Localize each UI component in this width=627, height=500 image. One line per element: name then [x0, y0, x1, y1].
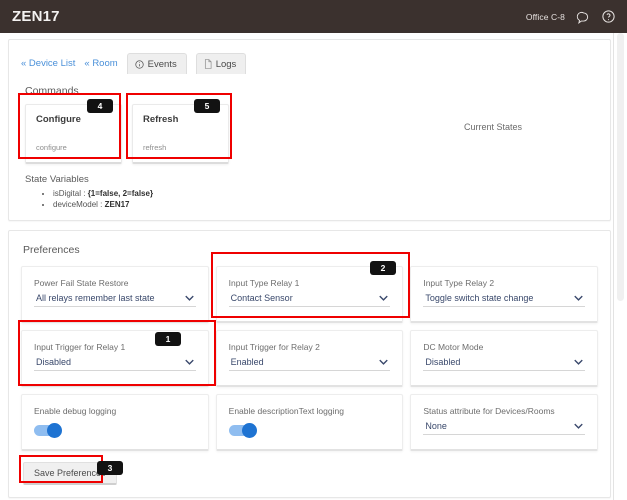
scrollbar-track[interactable]: [613, 33, 627, 500]
preferences-heading: Preferences: [23, 244, 80, 256]
state-variables-heading: State Variables: [25, 174, 89, 185]
state-var-value: {1=false, 2=false}: [87, 189, 154, 198]
pref-label: Input Trigger for Relay 2: [228, 342, 320, 352]
chevron-down-icon: [574, 423, 583, 429]
breadcrumb: « Device List « Room Events Logs: [9, 40, 610, 74]
breadcrumb-device-list[interactable]: « Device List: [21, 58, 75, 74]
chevron-down-icon: [574, 359, 583, 365]
select-value: Enabled: [230, 357, 264, 367]
command-configure-title: Configure: [36, 114, 81, 125]
command-refresh-title: Refresh: [143, 114, 179, 125]
toggle-knob: [241, 423, 257, 438]
state-var-key: deviceModel :: [53, 200, 105, 209]
state-var-key: isDigital :: [53, 189, 88, 198]
tab-events-label: Events: [147, 58, 177, 70]
select-input-trigger-relay-1[interactable]: Disabled: [34, 357, 196, 371]
preferences-grid: Power Fail State Restore All relays reme…: [9, 266, 610, 451]
annotation-badge-5: 5: [194, 99, 220, 113]
app-header: ZEN17 Office C-8: [0, 0, 627, 33]
select-value: Toggle switch state change: [425, 293, 534, 303]
select-input-trigger-relay-2[interactable]: Enabled: [228, 357, 391, 371]
select-input-type-relay-1[interactable]: Contact Sensor: [228, 293, 391, 307]
chevron-down-icon: [184, 359, 194, 365]
current-states-heading: Current States: [464, 122, 523, 132]
tab-events[interactable]: Events: [126, 53, 187, 74]
command-configure[interactable]: Configure configure: [25, 104, 122, 164]
pref-dc-motor-mode[interactable]: DC Motor Mode Disabled: [410, 330, 598, 387]
select-value: All relays remember last state: [36, 293, 155, 303]
help-circle-icon[interactable]: [600, 8, 617, 25]
select-input-type-relay-2[interactable]: Toggle switch state change: [423, 293, 585, 307]
toggle-enable-description-text-logging[interactable]: [228, 423, 257, 438]
select-value: Disabled: [36, 357, 72, 367]
chevron-down-icon: [574, 295, 583, 301]
pref-input-type-relay-2[interactable]: Input Type Relay 2 Toggle switch state c…: [410, 266, 598, 323]
preferences-card: Preferences Power Fail State Restore All…: [8, 230, 611, 498]
pref-status-attribute[interactable]: Status attribute for Devices/Rooms None: [410, 394, 598, 451]
chevron-down-icon: [184, 295, 194, 301]
command-configure-subtitle: configure: [36, 143, 67, 152]
toggle-enable-debug-logging[interactable]: [34, 423, 62, 438]
location-label: Office C-8: [525, 11, 565, 22]
annotation-badge-3: 3: [97, 461, 123, 475]
toggle-knob: [47, 423, 62, 438]
app-title: ZEN17: [12, 8, 60, 25]
pref-enable-description-text-logging[interactable]: Enable descriptionText logging: [215, 394, 404, 451]
speech-bubble-icon[interactable]: [574, 8, 591, 25]
command-refresh[interactable]: Refresh refresh: [132, 104, 229, 164]
pref-label: Enable descriptionText logging: [228, 406, 344, 416]
pref-input-trigger-relay-2[interactable]: Input Trigger for Relay 2 Enabled: [215, 330, 404, 387]
chevron-down-icon: [379, 295, 389, 301]
pref-power-fail-state-restore[interactable]: Power Fail State Restore All relays reme…: [21, 266, 209, 323]
select-power-fail-state-restore[interactable]: All relays remember last state: [34, 293, 196, 307]
command-refresh-subtitle: refresh: [143, 143, 167, 152]
select-dc-motor-mode[interactable]: Disabled: [423, 357, 585, 371]
pref-label: Power Fail State Restore: [34, 278, 129, 288]
info-circle-icon: [135, 59, 144, 69]
state-var-value: ZEN17: [104, 200, 130, 209]
select-value: Contact Sensor: [230, 293, 293, 303]
tab-logs-label: Logs: [215, 58, 237, 70]
device-detail-card: « Device List « Room Events Logs Command…: [8, 39, 611, 221]
commands-row: Configure configure Refresh refresh Curr…: [9, 104, 610, 164]
select-value: Disabled: [425, 357, 461, 367]
scrollbar-thumb[interactable]: [617, 33, 624, 301]
select-value: None: [425, 421, 447, 431]
breadcrumb-room[interactable]: « Room: [84, 58, 117, 74]
state-variables-list: isDigital : {1=false, 2=false} deviceMod…: [9, 188, 610, 210]
annotation-badge-2: 2: [370, 261, 396, 275]
pref-label: Input Type Relay 2: [423, 278, 495, 288]
chevron-down-icon: [379, 359, 389, 365]
tab-logs[interactable]: Logs: [195, 53, 247, 74]
list-item: isDigital : {1=false, 2=false}: [53, 188, 610, 199]
header-actions: Office C-8: [526, 8, 617, 25]
pref-label: Status attribute for Devices/Rooms: [423, 406, 555, 416]
pref-enable-debug-logging[interactable]: Enable debug logging: [21, 394, 209, 451]
pref-label: Enable debug logging: [34, 406, 117, 416]
list-item: deviceModel : ZEN17: [53, 199, 610, 210]
select-status-attribute[interactable]: None: [423, 421, 585, 435]
pref-label: DC Motor Mode: [423, 342, 484, 352]
pref-label: Input Type Relay 1: [228, 278, 300, 288]
annotation-badge-1: 1: [155, 332, 181, 346]
annotation-badge-4: 4: [87, 99, 113, 113]
document-icon: [204, 59, 212, 69]
